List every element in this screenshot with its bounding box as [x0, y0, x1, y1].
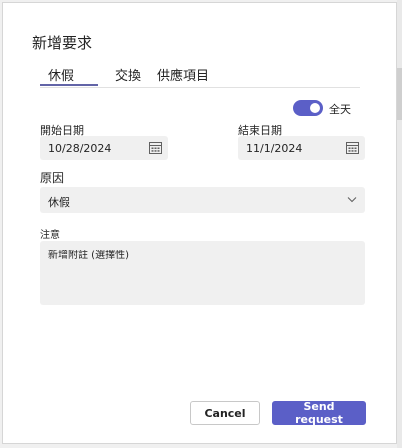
all-day-toggle[interactable] — [293, 100, 323, 116]
end-date-value: 11/1/2024 — [246, 142, 303, 155]
note-input[interactable] — [48, 250, 348, 261]
scrollbar-thumb[interactable] — [397, 68, 402, 120]
calendar-icon[interactable] — [346, 141, 359, 154]
tabs-divider — [40, 87, 360, 88]
chevron-down-icon — [347, 197, 357, 203]
toggle-knob — [310, 103, 320, 113]
new-request-dialog: 新增要求 休假 交換 供應項目 全天 開始日期 10/28/2024 結束日期 … — [2, 2, 397, 444]
request-type-tabs: 休假 交換 供應項目 — [3, 65, 396, 87]
tab-offer[interactable]: 供應項目 — [157, 65, 209, 84]
send-request-button[interactable]: Send request — [272, 400, 366, 426]
dialog-title: 新增要求 — [32, 34, 93, 52]
all-day-label: 全天 — [329, 103, 351, 116]
active-tab-indicator — [40, 84, 98, 86]
start-date-field[interactable]: 10/28/2024 — [40, 136, 168, 160]
cancel-button[interactable]: Cancel — [190, 401, 260, 425]
tab-swap[interactable]: 交換 — [115, 65, 141, 84]
note-textarea[interactable] — [40, 241, 365, 305]
start-date-value: 10/28/2024 — [48, 142, 112, 155]
reason-label: 原因 — [40, 171, 65, 185]
reason-dropdown[interactable]: 休假 — [40, 187, 365, 213]
reason-value: 休假 — [48, 196, 70, 209]
calendar-icon[interactable] — [149, 141, 162, 154]
note-label: 注意 — [40, 230, 60, 241]
scrollbar-track[interactable] — [397, 0, 402, 448]
end-date-field[interactable]: 11/1/2024 — [238, 136, 365, 160]
tab-time-off[interactable]: 休假 — [48, 65, 74, 84]
